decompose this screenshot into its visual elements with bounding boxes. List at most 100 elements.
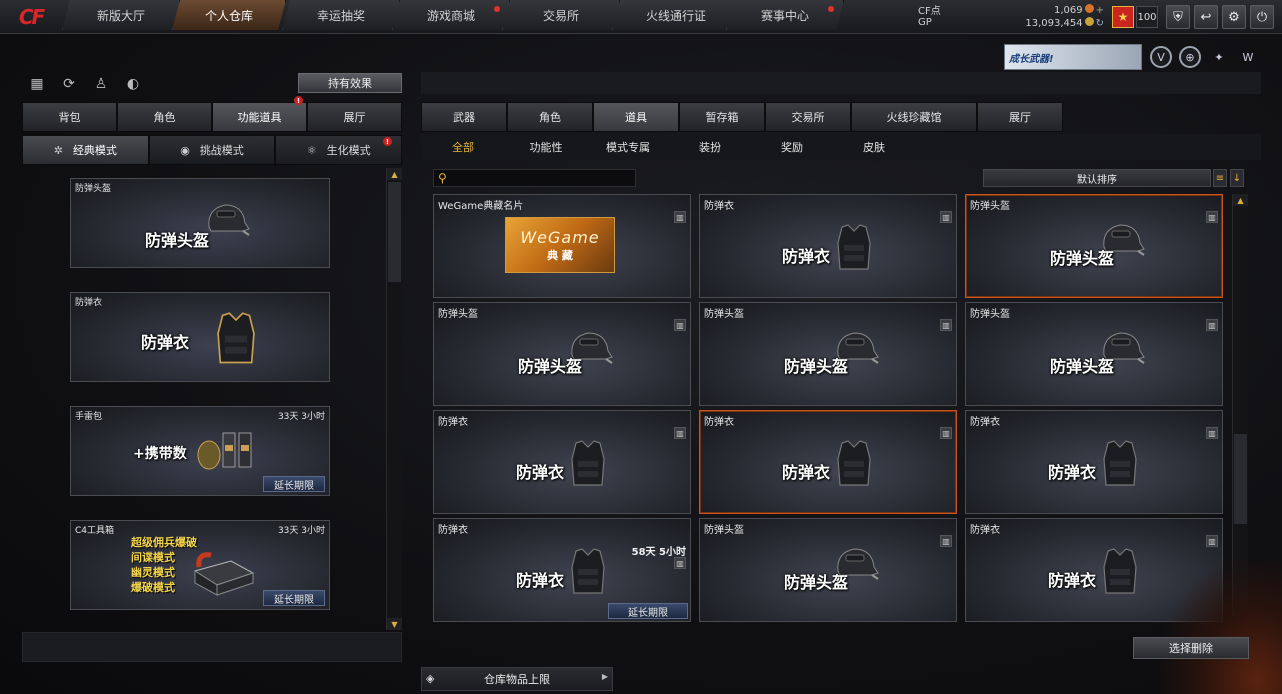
nav-tab-1[interactable]: 个人仓库 [172, 0, 286, 30]
refresh-icon[interactable]: ↻ [1096, 18, 1104, 29]
item-display: 防弹衣 [1048, 571, 1097, 590]
item-display: 防弹衣 [516, 463, 565, 482]
trash-icon[interactable]: ▥ [674, 557, 686, 569]
scroll-down-icon[interactable]: ▼ [387, 618, 402, 630]
grid-item[interactable]: 防弹头盔 ▥ 防弹头盔 [965, 194, 1223, 298]
nav-tab-2[interactable]: 幸运抽奖 [282, 0, 400, 30]
left-tab-2[interactable]: 功能道具 [212, 102, 307, 132]
top-nav-bar: CF 新版大厅 个人仓库 幸运抽奖 游戏商城 交易所 火线通行证 赛事中心 CF点 1,069… [0, 0, 1282, 34]
item-grid: WeGame典藏名片 ▥ WeGame 典 藏防弹衣 ▥ 防弹衣 防弹头盔 ▥ 防弹头盔 防弹头盔… [433, 194, 1228, 624]
left-tab-0[interactable]: 背包 [22, 102, 117, 132]
scroll-up-icon[interactable]: ▲ [1233, 194, 1248, 206]
grid-item[interactable]: WeGame典藏名片 ▥ WeGame 典 藏 [433, 194, 691, 298]
subtab-4[interactable]: 奖励 [751, 134, 833, 160]
left-scrollbar[interactable]: ▲ ▼ [386, 168, 402, 630]
challenge-mode-icon: ◉ [180, 143, 190, 157]
rank-chart-icon[interactable]: ▦ [28, 75, 46, 93]
nav-tab-5[interactable]: 火线通行证 [612, 0, 740, 30]
list-item[interactable]: 防弹头盔 防弹头盔 [70, 178, 330, 268]
left-tab-1[interactable]: 角色 [117, 102, 212, 132]
right-tab-0[interactable]: 武器 [421, 102, 507, 132]
trash-icon[interactable]: ▥ [940, 535, 952, 547]
left-tab-3[interactable]: 展厅 [307, 102, 402, 132]
wegame-sub-text: 典 藏 [547, 248, 573, 262]
right-tab-5[interactable]: 火线珍藏馆 [851, 102, 977, 132]
sort-dropdown[interactable]: 默认排序 [983, 169, 1211, 187]
right-tab-4[interactable]: 交易所 [765, 102, 851, 132]
right-tab-6[interactable]: 展厅 [977, 102, 1063, 132]
list-item[interactable]: 防弹衣 防弹衣 [70, 292, 330, 382]
select-delete-button[interactable]: 选择删除 [1133, 637, 1249, 659]
right-tab-1[interactable]: 角色 [507, 102, 593, 132]
grid-item[interactable]: 防弹头盔 ▥ 防弹头盔 [433, 302, 691, 406]
crosshair-icon[interactable]: ⊕ [1179, 46, 1201, 68]
grid-item[interactable]: 防弹衣 ▥ 防弹衣 [433, 410, 691, 514]
mouse-icon[interactable]: ◐ [124, 75, 142, 93]
biochem-mode-icon: ⚛ [306, 143, 317, 157]
storage-capacity-button[interactable]: ◈ 仓库物品上限 ▶ [421, 667, 613, 691]
return-icon[interactable]: ↩ [1194, 5, 1218, 29]
list-view-icon[interactable]: ≡ [1213, 169, 1227, 187]
sort-direction-icon[interactable]: ↓ [1230, 169, 1244, 187]
growth-weapon-banner[interactable]: 成长武器! [1004, 44, 1142, 70]
trash-icon[interactable]: ▥ [674, 427, 686, 439]
scroll-thumb[interactable] [388, 182, 401, 282]
grid-item[interactable]: 防弹衣 ▥ 防弹衣 58天 5小时 延长期限 [433, 518, 691, 622]
right-tab-2[interactable]: 道具 [593, 102, 679, 132]
trash-icon[interactable]: ▥ [940, 211, 952, 223]
nav-tab-4[interactable]: 交易所 [502, 0, 620, 30]
grid-item[interactable]: 防弹衣 ▥ 防弹衣 [699, 194, 957, 298]
trash-icon[interactable]: ▥ [1206, 211, 1218, 223]
grid-item[interactable]: 防弹头盔 ▥ 防弹头盔 [699, 518, 957, 622]
subtab-3[interactable]: 装扮 [669, 134, 751, 160]
trash-icon[interactable]: ▥ [674, 211, 686, 223]
nav-tab-3[interactable]: 游戏商城 [392, 0, 510, 30]
power-icon[interactable]: ⏻ [1250, 5, 1274, 29]
grid-item[interactable]: 防弹头盔 ▥ 防弹头盔 [699, 302, 957, 406]
subtab-2[interactable]: 模式专属 [587, 134, 669, 160]
scroll-thumb[interactable] [1234, 434, 1247, 524]
list-item[interactable]: 手雷包 33天 3小时 +携带数 延长期限 [70, 406, 330, 496]
grid-item[interactable]: 防弹衣 ▥ 防弹衣 [965, 410, 1223, 514]
mode-tab-1[interactable]: ◉ 挑战模式 [148, 135, 276, 165]
add-icon[interactable]: + [1096, 5, 1104, 16]
subtab-5[interactable]: 皮肤 [833, 134, 915, 160]
effect-button[interactable]: 持有效果 [298, 73, 402, 93]
mode-tab-0[interactable]: ✲ 经典模式 [22, 135, 149, 165]
right-tab-3[interactable]: 暂存箱 [679, 102, 765, 132]
extend-button[interactable]: 延长期限 [263, 476, 325, 492]
trash-icon[interactable]: ▥ [940, 319, 952, 331]
subtab-0[interactable]: 全部 [421, 134, 505, 160]
extend-button[interactable]: 延长期限 [263, 590, 325, 606]
trash-icon[interactable]: ▥ [940, 427, 952, 439]
nav-tab-6[interactable]: 赛事中心 [726, 0, 844, 30]
shield-icon[interactable]: ⛨ [1166, 5, 1190, 29]
star-rank-icon[interactable]: ★ [1112, 6, 1134, 28]
wrench-icon[interactable]: ✦ [1208, 46, 1230, 68]
cf-logo[interactable]: CF [0, 0, 62, 34]
nav-tab-0[interactable]: 新版大厅 [62, 0, 180, 30]
item-name: 防弹头盔 [438, 309, 478, 320]
gear-icon[interactable]: ⚙ [1222, 5, 1246, 29]
search-input[interactable]: ⚲ [433, 169, 636, 187]
w-badge-icon[interactable]: W [1237, 46, 1259, 68]
trash-icon[interactable]: ▥ [1206, 319, 1218, 331]
classic-mode-icon: ✲ [53, 143, 63, 157]
item-display: 防弹头盔 [1050, 249, 1115, 268]
grenade-pack-icon [197, 432, 252, 470]
list-item[interactable]: C4工具箱 33天 3小时 超级佣兵爆破 间谍模式 幽灵模式 爆破模式 延长期限 [70, 520, 330, 610]
refresh-icon[interactable]: ⟳ [60, 75, 78, 93]
item-name: 防弹衣 [970, 525, 1000, 536]
subtab-1[interactable]: 功能性 [505, 134, 587, 160]
grid-item[interactable]: 防弹头盔 ▥ 防弹头盔 [965, 302, 1223, 406]
character-icon[interactable]: ♙ [92, 75, 110, 93]
trash-icon[interactable]: ▥ [674, 319, 686, 331]
cf-points-value: 1,069 [1053, 4, 1083, 16]
grid-item[interactable]: 防弹衣 ▥ 防弹衣 [699, 410, 957, 514]
trash-icon[interactable]: ▥ [1206, 535, 1218, 547]
extend-button[interactable]: 延长期限 [608, 603, 688, 619]
scroll-up-icon[interactable]: ▲ [387, 168, 402, 180]
helmet-icon [208, 204, 250, 236]
v-badge-icon[interactable]: V [1150, 46, 1172, 68]
trash-icon[interactable]: ▥ [1206, 427, 1218, 439]
